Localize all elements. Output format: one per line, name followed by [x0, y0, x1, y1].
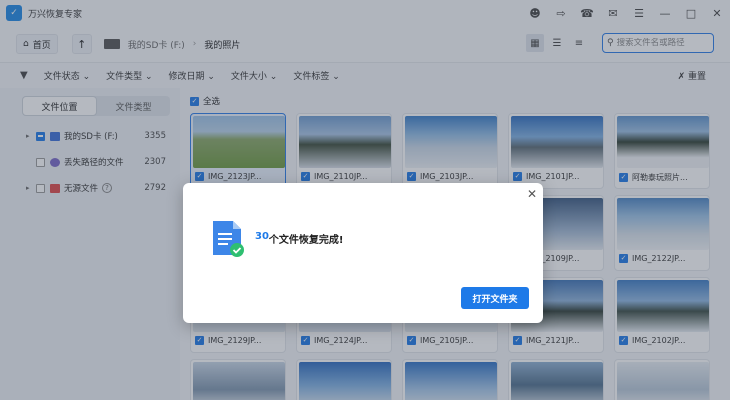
- dialog-message: 30 个文件恢复完成!: [255, 231, 343, 246]
- dialog-message-text: 个文件恢复完成!: [268, 235, 344, 246]
- document-success-icon: [213, 221, 244, 257]
- recovery-complete-dialog: ✕ 30 个文件恢复完成! 打开文件夹: [183, 183, 543, 323]
- open-folder-button[interactable]: 打开文件夹: [461, 287, 529, 309]
- recovered-count: 30: [255, 231, 269, 242]
- close-icon[interactable]: ✕: [527, 187, 537, 201]
